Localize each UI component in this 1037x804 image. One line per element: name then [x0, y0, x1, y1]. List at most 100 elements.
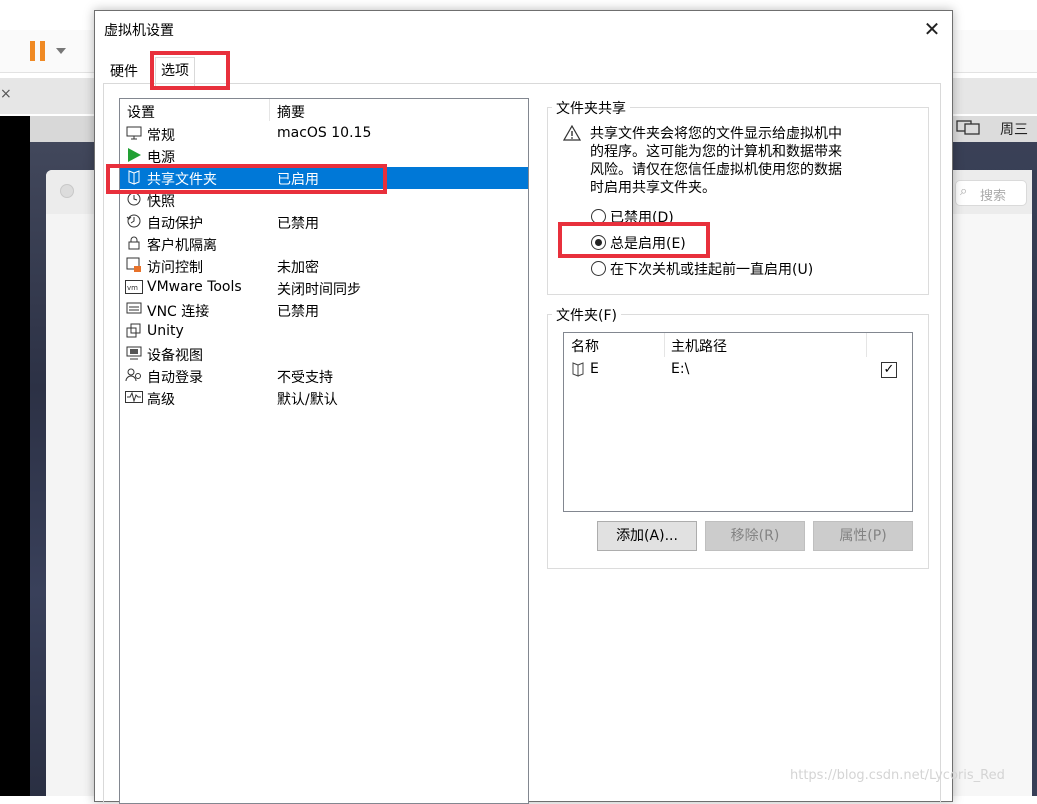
settings-row-unity[interactable]: Unity — [120, 321, 528, 343]
remove-folder-button[interactable]: 移除(R) — [705, 521, 805, 551]
column-divider[interactable] — [269, 99, 270, 121]
search-icon: ⌕ — [960, 184, 968, 199]
tab-panel-border-left — [103, 83, 104, 803]
advanced-waveform-icon — [125, 389, 143, 407]
shared-folder-icon — [125, 169, 143, 187]
folders-group-label: 文件夹(F) — [552, 305, 621, 325]
settings-row-name: 快照 — [147, 194, 175, 210]
warning-text-line: 的程序。这可能为您的计算机和数据带来 — [590, 144, 842, 160]
folder-host-path: E:\ — [671, 361, 690, 377]
settings-row-name: VMware Tools — [147, 279, 242, 295]
chevron-down-icon[interactable] — [56, 48, 66, 54]
settings-row-snapshots[interactable]: 快照 — [120, 189, 528, 211]
tab-panel-border — [103, 83, 941, 84]
column-header-host-path[interactable]: 主机路径 — [671, 336, 727, 356]
warning-text: 共享文件夹会将您的文件显示给虚拟机中 的程序。这可能为您的计算机和数据带来 风险… — [590, 125, 865, 197]
settings-row-vnc[interactable]: VNC 连接 已禁用 — [120, 299, 528, 321]
mac-window-left — [46, 170, 94, 796]
settings-row-name: 客户机隔离 — [147, 238, 217, 254]
radio-label: 总是启用(E) — [610, 236, 686, 252]
settings-row-autoprotect[interactable]: 自动保护 已禁用 — [120, 211, 528, 233]
settings-row-name: 访问控制 — [147, 260, 203, 276]
radio-disabled[interactable]: 已禁用(D) — [591, 207, 891, 227]
radio-circle[interactable] — [591, 235, 606, 250]
svg-text:vm: vm — [127, 284, 138, 292]
settings-row-device-view[interactable]: 设备视图 — [120, 343, 528, 365]
folder-name: E — [590, 361, 599, 377]
settings-row-name: Unity — [147, 323, 184, 339]
warning-text-line: 时启用共享文件夹。 — [590, 180, 716, 196]
settings-row-name: 常规 — [147, 128, 175, 144]
settings-row-name: 自动登录 — [147, 370, 203, 386]
menubar-weekday[interactable]: 周三 — [1000, 119, 1028, 139]
window-control-dot-icon[interactable] — [60, 184, 74, 198]
settings-row-name: 共享文件夹 — [147, 172, 217, 188]
search-placeholder: 搜索 — [980, 189, 1007, 204]
pause-icon[interactable] — [28, 41, 48, 61]
access-control-icon — [125, 257, 143, 275]
autologin-users-icon — [125, 367, 143, 385]
folder-properties-button[interactable]: 属性(P) — [813, 521, 913, 551]
settings-row-guest-isolation[interactable]: 客户机隔离 — [120, 233, 528, 255]
background-black-area — [0, 116, 32, 796]
watermark-text: https://blog.csdn.net/Lycoris_Red — [790, 768, 1005, 783]
column-header-setting[interactable]: 设置 — [127, 102, 155, 122]
power-play-icon — [125, 147, 143, 165]
settings-row-autologin[interactable]: 自动登录 不受支持 — [120, 365, 528, 387]
close-icon[interactable]: ✕ — [920, 17, 944, 41]
radio-until-poweroff[interactable]: 在下次关机或挂起前一直启用(U) — [591, 259, 911, 279]
lock-icon — [125, 235, 143, 253]
column-header-summary[interactable]: 摘要 — [277, 102, 305, 122]
dialog-title: 虚拟机设置 — [104, 23, 174, 39]
add-folder-button[interactable]: 添加(A)... — [597, 521, 697, 551]
table-row[interactable]: E E:\ ✓ — [564, 358, 912, 382]
settings-row-name: 电源 — [147, 150, 175, 166]
column-divider[interactable] — [866, 333, 867, 357]
settings-row-power[interactable]: 电源 — [120, 145, 528, 167]
tab-close-icon[interactable]: × — [0, 86, 12, 102]
tab-hardware[interactable]: 硬件 — [105, 59, 143, 85]
radio-circle[interactable] — [591, 209, 606, 224]
search-input[interactable]: ⌕ 搜索 — [955, 180, 1027, 206]
display-mirror-icon[interactable] — [956, 120, 982, 140]
settings-row-name: 设备视图 — [147, 348, 203, 364]
folders-table[interactable]: 名称 主机路径 E E:\ ✓ — [563, 332, 913, 512]
settings-row-summary: 默认/默认 — [277, 392, 338, 408]
settings-row-summary: macOS 10.15 — [277, 125, 372, 141]
warning-text-line: 风险。请仅在您信任虚拟机使用您的数据 — [590, 162, 842, 178]
radio-circle[interactable] — [591, 261, 606, 276]
settings-row-summary: 已禁用 — [277, 216, 319, 232]
vnc-icon — [125, 301, 143, 319]
folder-enabled-checkbox[interactable]: ✓ — [881, 362, 897, 378]
settings-list[interactable]: 设置 摘要 常规 macOS 10.15 电源 共享文件夹 已启用 快照 自动保… — [119, 98, 529, 804]
folders-table-header: 名称 主机路径 — [564, 333, 912, 357]
radio-always-enabled[interactable]: 总是启用(E) — [591, 233, 891, 253]
settings-row-shared-folders[interactable]: 共享文件夹 已启用 — [120, 167, 528, 189]
column-divider[interactable] — [664, 333, 665, 357]
folder-sharing-group-label: 文件夹共享 — [552, 98, 630, 118]
folder-share-icon — [571, 361, 585, 381]
settings-list-header: 设置 摘要 — [120, 99, 528, 121]
radio-label: 已禁用(D) — [610, 210, 674, 226]
settings-row-name: VNC 连接 — [147, 304, 210, 320]
settings-row-vmware-tools[interactable]: vm VMware Tools 关闭时间同步 — [120, 277, 528, 299]
settings-row-name: 自动保护 — [147, 216, 203, 232]
settings-row-advanced[interactable]: 高级 默认/默认 — [120, 387, 528, 409]
vmware-tools-icon: vm — [125, 279, 143, 297]
device-view-icon — [125, 345, 143, 363]
column-header-name[interactable]: 名称 — [571, 336, 599, 356]
settings-row-summary: 不受支持 — [277, 370, 333, 386]
settings-row-general[interactable]: 常规 macOS 10.15 — [120, 123, 528, 145]
settings-row-summary: 关闭时间同步 — [277, 282, 361, 298]
settings-row-summary: 未加密 — [277, 260, 319, 276]
vm-settings-dialog: 虚拟机设置 ✕ 硬件 选项 设置 摘要 常规 macOS 10.15 电源 共享… — [94, 10, 953, 804]
settings-row-access-control[interactable]: 访问控制 未加密 — [120, 255, 528, 277]
mac-menubar-left — [30, 116, 94, 142]
autoprotect-clock-icon — [125, 213, 143, 231]
warning-icon — [562, 124, 582, 145]
mac-window-right — [952, 170, 1032, 796]
monitor-icon — [125, 125, 143, 143]
settings-row-summary: 已禁用 — [277, 304, 319, 320]
snapshot-clock-icon — [125, 191, 143, 209]
settings-row-name: 高级 — [147, 392, 175, 408]
